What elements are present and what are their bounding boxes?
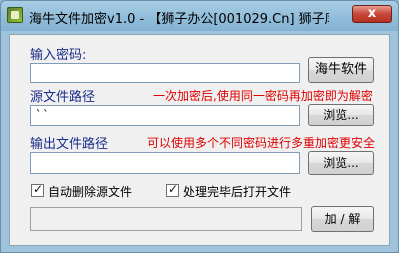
output-path-input[interactable] <box>30 152 300 174</box>
open-after-checkbox[interactable] <box>166 182 179 197</box>
app-window: 海牛文件加密v1.0 - 【狮子办公[001029.Cn] 狮子库... x 输… <box>0 0 399 253</box>
window-title: 海牛文件加密v1.0 - 【狮子办公[001029.Cn] 狮子库... <box>29 12 329 27</box>
source-hint: 一次加密后,使用同一密码再加密即为解密 <box>153 89 373 103</box>
source-browse-button[interactable]: 浏览... <box>308 104 374 126</box>
password-input[interactable] <box>30 63 300 83</box>
output-hint: 可以使用多个不同密码进行多重加密更安全 <box>147 136 376 150</box>
auto-delete-checkbox[interactable] <box>31 182 44 197</box>
app-icon <box>7 7 23 23</box>
title-bar[interactable]: 海牛文件加密v1.0 - 【狮子办公[001029.Cn] 狮子库... x <box>1 1 398 31</box>
source-path-input[interactable]: `` <box>30 105 300 126</box>
password-label: 输入密码: <box>30 48 87 63</box>
close-button[interactable]: x <box>352 5 392 23</box>
output-browse-button[interactable]: 浏览... <box>308 151 374 175</box>
brand-button[interactable]: 海牛软件 <box>308 57 374 83</box>
open-after-label: 处理完毕后打开文件 <box>183 185 292 199</box>
auto-delete-label: 自动删除源文件 <box>48 185 133 199</box>
status-box <box>30 207 302 231</box>
encrypt-decrypt-button[interactable]: 加 / 解 <box>311 206 374 232</box>
source-path-label: 源文件路径 <box>30 90 96 105</box>
output-path-label: 输出文件路径 <box>30 137 109 152</box>
main-panel: 输入密码: 海牛软件 源文件路径 一次加密后,使用同一密码再加密即为解密 `` … <box>9 34 390 246</box>
